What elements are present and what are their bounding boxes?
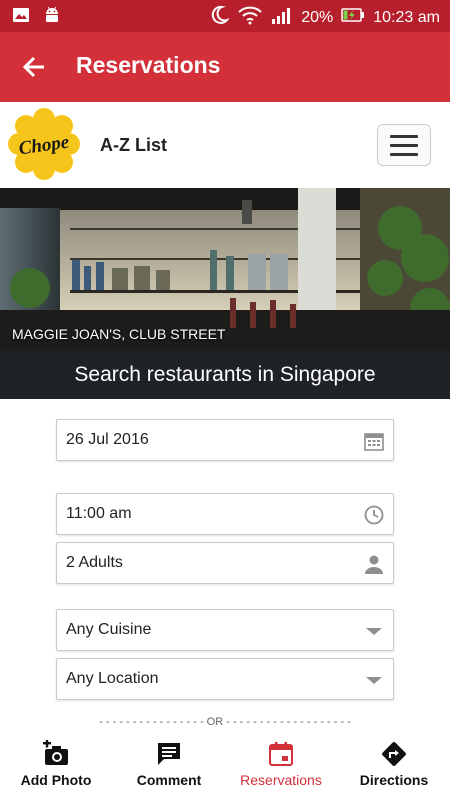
brand-bar: Chope A-Z List [0, 102, 450, 188]
or-label: OR [206, 716, 224, 728]
date-field[interactable]: 26 Jul 2016 [56, 419, 394, 461]
nav-reservations[interactable]: Reservations [228, 732, 334, 800]
cuisine-select[interactable]: Any Cuisine [56, 609, 394, 651]
hero-caption: MAGGIE JOAN'S, CLUB STREET [12, 326, 226, 342]
location-select[interactable]: Any Location [56, 658, 394, 700]
wifi-icon [237, 5, 263, 30]
search-banner-title: Search restaurants in Singapore [0, 351, 450, 399]
battery-charging-icon [341, 7, 365, 28]
cuisine-value: Any Cuisine [66, 621, 152, 638]
chope-logo[interactable]: Chope [6, 106, 82, 182]
dropdown-arrow-icon [363, 620, 385, 642]
nav-comment[interactable]: Comment [122, 732, 216, 800]
person-icon [363, 553, 385, 575]
menu-line [390, 143, 418, 147]
app-bar: Reservations [0, 32, 450, 102]
menu-line [390, 152, 418, 156]
directions-icon [380, 740, 408, 768]
time-value: 11:00 am [66, 505, 132, 522]
page-title: Reservations [76, 52, 221, 78]
clock-time: 10:23 am [373, 8, 440, 26]
az-list-link[interactable]: A-Z List [100, 135, 167, 156]
nav-directions[interactable]: Directions [350, 732, 438, 800]
nav-label: Add Photo [20, 772, 92, 788]
moon-icon [209, 5, 231, 30]
nav-add-photo[interactable]: Add Photo [8, 732, 104, 800]
calendar-icon [363, 430, 385, 452]
or-divider: - - - - - - - - - - - - - - - - OR - - -… [80, 716, 370, 728]
status-bar: 20% 10:23 am [0, 0, 450, 32]
back-arrow-icon[interactable] [20, 52, 50, 82]
guests-field[interactable]: 2 Adults [56, 542, 394, 584]
image-notification-icon [12, 7, 30, 28]
add-photo-icon [42, 739, 70, 768]
dash-line: - - - - - - - - - - - - - - - - [99, 716, 207, 728]
nav-label: Comment [136, 772, 202, 788]
nav-label: Reservations [240, 772, 322, 788]
location-value: Any Location [66, 670, 159, 687]
dash-line: - - - - - - - - - - - - - - - - - - - [226, 716, 351, 728]
calendar-icon [267, 740, 295, 768]
date-value: 26 Jul 2016 [66, 431, 149, 448]
dropdown-arrow-icon [363, 669, 385, 691]
hamburger-menu-button[interactable] [377, 124, 431, 166]
menu-line [390, 134, 418, 138]
guests-value: 2 Adults [66, 554, 123, 571]
clock-icon [363, 504, 385, 526]
nav-label: Directions [359, 772, 429, 788]
time-field[interactable]: 11:00 am [56, 493, 394, 535]
battery-percent: 20% [301, 8, 334, 26]
bottom-navigation: Add Photo Comment Reservations Direction… [0, 732, 450, 800]
comment-icon [155, 740, 183, 768]
android-icon [44, 6, 60, 29]
signal-icon [271, 6, 293, 29]
